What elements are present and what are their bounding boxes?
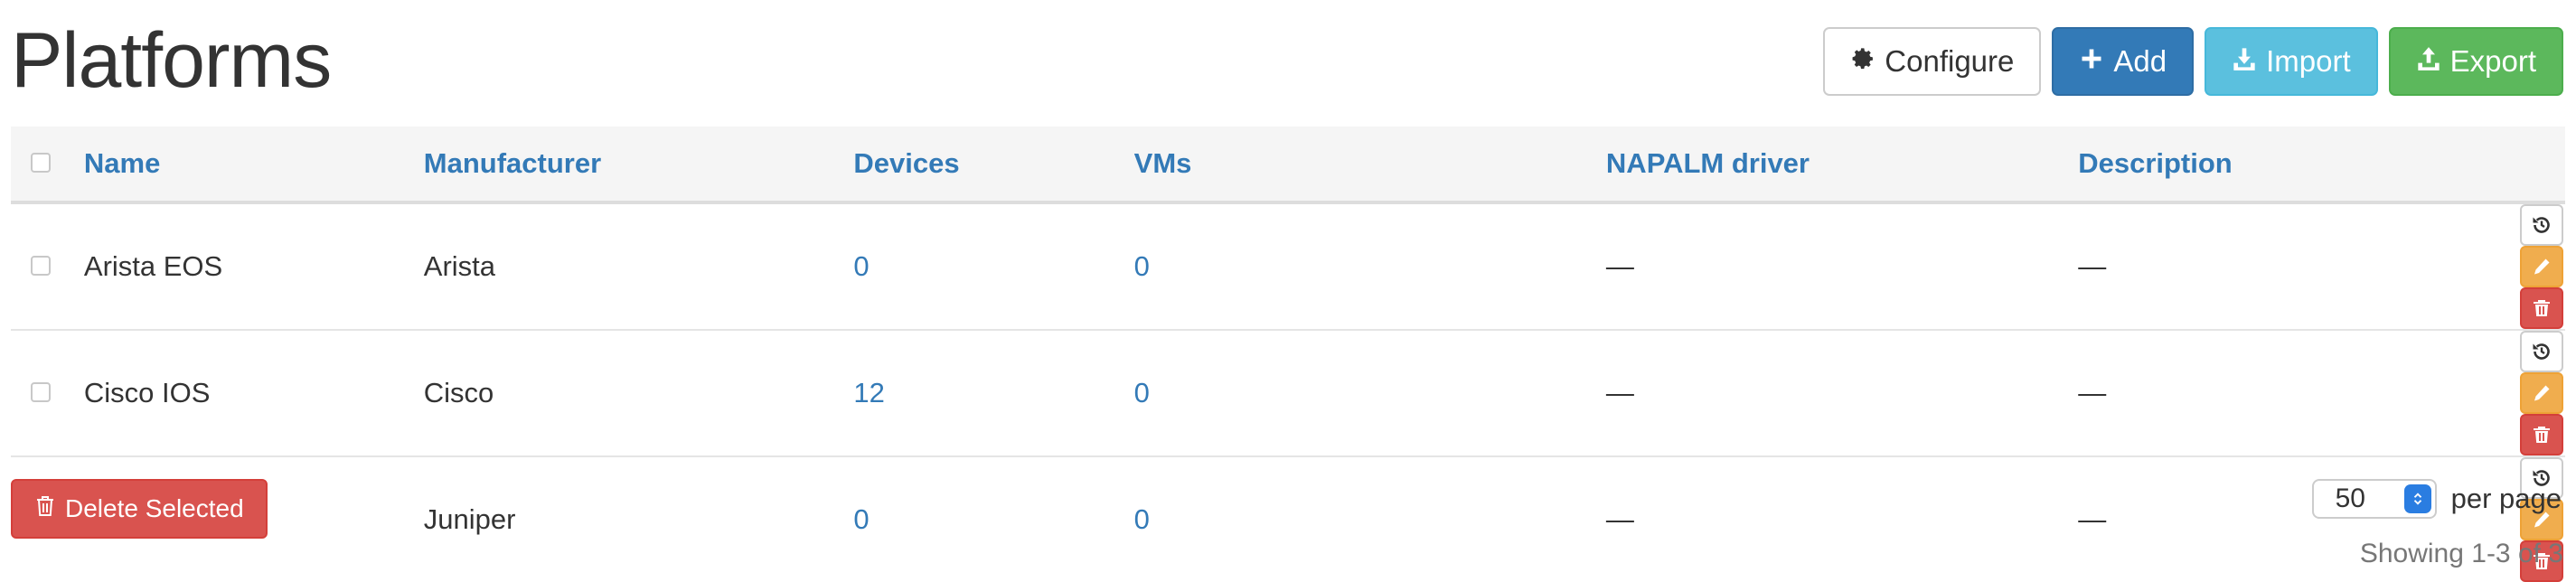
delete-button[interactable] — [2520, 287, 2563, 329]
row-checkbox[interactable] — [31, 382, 51, 402]
export-button[interactable]: Export — [2388, 27, 2563, 96]
changelog-button[interactable] — [2520, 331, 2563, 372]
cell-napalm-driver: — — [1605, 503, 1634, 535]
delete-selected-label: Delete Selected — [65, 494, 244, 522]
cell-napalm-driver: — — [1605, 250, 1634, 282]
trash-icon — [2534, 427, 2550, 443]
export-icon — [2416, 44, 2441, 79]
cell-description: — — [2078, 250, 2107, 282]
history-icon — [2533, 217, 2550, 233]
cell-manufacturer: Juniper — [423, 503, 516, 535]
configure-button[interactable]: Configure — [1823, 27, 2042, 96]
cell-devices-link[interactable]: 12 — [853, 330, 1133, 456]
table-row: Arista EOS Arista 0 0 — — — [11, 202, 2565, 330]
platforms-page: Platforms Configure Add Import Export Na… — [0, 0, 2576, 582]
cell-name[interactable]: Arista EOS — [84, 202, 424, 330]
per-page-control: 50 per page — [2311, 479, 2562, 519]
add-button[interactable]: Add — [2052, 27, 2195, 96]
column-header-description[interactable]: Description — [2078, 127, 2513, 202]
import-icon — [2232, 44, 2257, 79]
cell-napalm-driver: — — [1605, 377, 1634, 408]
cell-name[interactable]: Cisco IOS — [84, 330, 424, 456]
configure-label: Configure — [1885, 44, 2015, 78]
column-header-name[interactable]: Name — [84, 127, 424, 202]
select-all-checkbox[interactable] — [31, 153, 51, 173]
pencil-icon — [2534, 258, 2550, 275]
import-label: Import — [2266, 44, 2351, 78]
column-header-manufacturer[interactable]: Manufacturer — [424, 127, 854, 202]
cell-vms-link[interactable]: 0 — [1134, 202, 1606, 330]
per-page-select[interactable]: 50 — [2311, 479, 2437, 519]
row-checkbox[interactable] — [31, 256, 51, 276]
select-all-cell — [11, 127, 84, 202]
row-actions — [2513, 330, 2565, 456]
column-header-vms[interactable]: VMs — [1134, 127, 1606, 202]
delete-selected-button[interactable]: Delete Selected — [11, 479, 268, 539]
row-actions — [2513, 202, 2565, 330]
plus-icon — [2079, 44, 2104, 79]
import-button[interactable]: Import — [2205, 27, 2378, 96]
toolbar: Configure Add Import Export — [1823, 27, 2563, 96]
platforms-table: Name Manufacturer Devices VMs NAPALM dri… — [11, 127, 2565, 582]
column-header-actions — [2513, 127, 2565, 202]
add-label: Add — [2113, 44, 2167, 78]
export-label: Export — [2449, 44, 2536, 78]
edit-button[interactable] — [2520, 372, 2563, 414]
trash-icon — [34, 494, 56, 524]
changelog-button[interactable] — [2520, 204, 2563, 246]
cell-manufacturer: Cisco — [423, 377, 494, 408]
history-icon — [2533, 343, 2550, 360]
trash-icon — [2534, 300, 2550, 316]
cell-devices-link[interactable]: 0 — [853, 456, 1133, 582]
pencil-icon — [2534, 385, 2550, 401]
per-page-label: per page — [2450, 483, 2562, 514]
column-header-napalm-driver[interactable]: NAPALM driver — [1606, 127, 2078, 202]
select-arrows-icon — [2403, 484, 2431, 513]
table-row: JUNOS Juniper 0 0 — — — [11, 456, 2565, 582]
per-page-value: 50 — [2335, 483, 2365, 513]
delete-button[interactable] — [2520, 414, 2563, 455]
edit-button[interactable] — [2520, 246, 2563, 287]
table-header-row: Name Manufacturer Devices VMs NAPALM dri… — [11, 127, 2565, 202]
cell-vms-link[interactable]: 0 — [1134, 456, 1606, 582]
cell-manufacturer: Arista — [423, 250, 496, 282]
cell-devices-link[interactable]: 0 — [853, 202, 1133, 330]
gear-icon — [1850, 44, 1876, 79]
cell-description: — — [2078, 377, 2107, 408]
column-header-devices[interactable]: Devices — [853, 127, 1133, 202]
pagination-summary: Showing 1-3 of 3 — [2359, 539, 2563, 568]
page-title: Platforms — [11, 17, 332, 104]
cell-vms-link[interactable]: 0 — [1134, 330, 1606, 456]
table-row: Cisco IOS Cisco 12 0 — — — [11, 330, 2565, 456]
